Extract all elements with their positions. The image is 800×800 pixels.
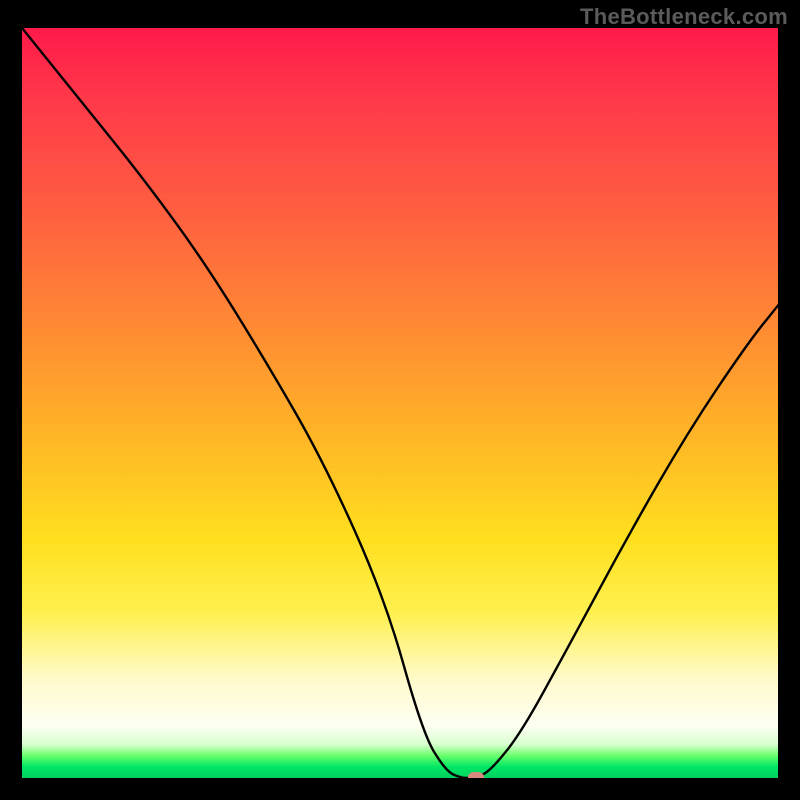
plot-area: [22, 28, 778, 778]
bottleneck-curve: [22, 28, 778, 778]
watermark-text: TheBottleneck.com: [580, 4, 788, 30]
optimal-point-marker: [468, 772, 484, 778]
chart-frame: TheBottleneck.com: [0, 0, 800, 800]
